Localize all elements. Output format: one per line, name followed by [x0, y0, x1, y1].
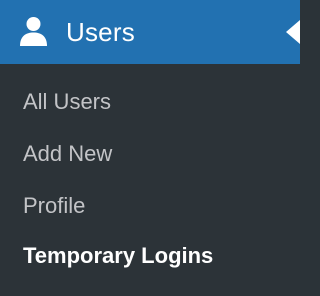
admin-sidebar-menu: Users All Users Add New Profile Temporar… [0, 0, 300, 296]
submenu-item-all-users[interactable]: All Users [23, 88, 111, 116]
users-submenu: All Users Add New Profile Temporary Logi… [0, 64, 300, 296]
submenu-item-add-new[interactable]: Add New [23, 140, 112, 168]
active-menu-caret [286, 20, 300, 44]
submenu-item-temporary-logins[interactable]: Temporary Logins [23, 242, 213, 270]
user-icon [17, 15, 50, 48]
users-menu-label: Users [66, 17, 135, 47]
users-menu-header[interactable]: Users [0, 0, 300, 64]
submenu-item-profile[interactable]: Profile [23, 192, 85, 220]
